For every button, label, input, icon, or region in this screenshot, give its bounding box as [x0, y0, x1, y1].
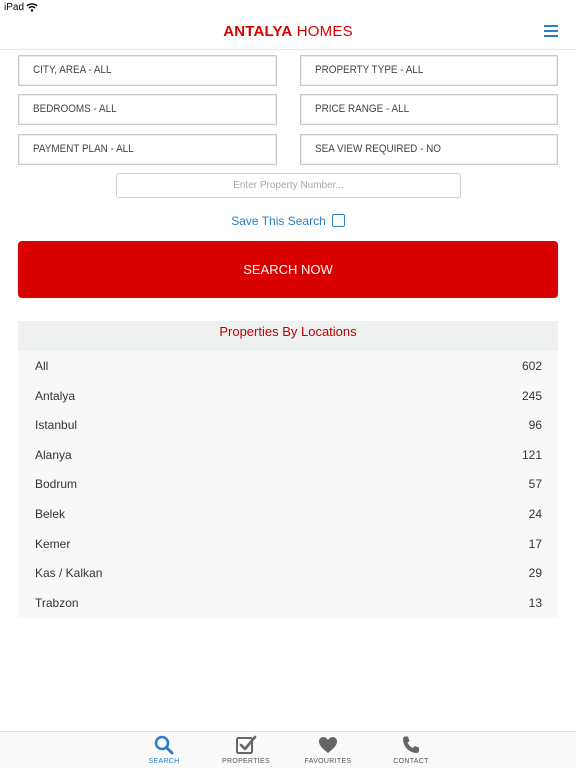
locations-panel: Properties By Locations All 602 Antalya 245… [18, 321, 558, 618]
payment-plan-select[interactable]: PAYMENT PLAN - ALL [18, 134, 277, 165]
location-row[interactable]: Istanbul 96 [18, 410, 558, 440]
tab-favourites-label: FAVOURITES [304, 758, 352, 765]
status-bar: iPad [0, 0, 576, 16]
location-name: Alanya [35, 447, 72, 462]
location-row[interactable]: All 602 [18, 351, 558, 381]
location-row[interactable]: Alanya 121 [18, 440, 558, 470]
logo[interactable]: ANTALYA HOMES [0, 23, 576, 40]
location-row[interactable]: Trabzon 13 [18, 588, 558, 618]
location-count: 121 [521, 447, 542, 462]
save-search-row: Save This Search [0, 213, 576, 231]
location-name: Istanbul [35, 418, 78, 433]
property-type-label: PROPERTY TYPE - ALL [315, 64, 424, 76]
location-name: Bodrum [35, 477, 78, 492]
location-count: 24 [528, 507, 542, 521]
logo-part-2: HOMES [292, 23, 353, 40]
heart-icon [319, 737, 337, 753]
sea-view-select[interactable]: SEA VIEW REQUIRED - NO [300, 134, 558, 165]
location-name: Trabzon [35, 595, 79, 610]
location-row[interactable]: Kas / Kalkan 29 [18, 558, 558, 588]
phone-icon [403, 736, 419, 753]
sea-view-label: SEA VIEW REQUIRED - NO [315, 143, 441, 155]
device-name: iPad [4, 2, 25, 13]
price-range-label: PRICE RANGE - ALL [315, 103, 410, 115]
tab-contact[interactable]: CONTACT [376, 734, 446, 768]
save-search-label[interactable]: Save This Search [231, 214, 326, 228]
location-count: 13 [528, 595, 542, 610]
city-area-label: CITY, AREA - ALL [33, 64, 112, 76]
search-icon [154, 735, 174, 755]
wifi-icon [26, 3, 38, 12]
tab-search-label: SEARCH [148, 758, 180, 765]
tab-search[interactable]: SEARCH [129, 734, 199, 768]
location-row[interactable]: Antalya 245 [18, 381, 558, 411]
bedrooms-label: BEDROOMS - ALL [33, 103, 117, 115]
location-count: 602 [521, 359, 542, 373]
checklist-icon [236, 735, 257, 754]
location-name: All [35, 359, 49, 373]
location-name: Antalya [35, 388, 76, 403]
save-search-checkbox[interactable] [331, 214, 345, 228]
location-row[interactable]: Bodrum 57 [18, 469, 558, 499]
tab-bar: SEARCH PROPERTIES FAVOURITES CONTACT [0, 731, 576, 768]
location-name: Belek [35, 507, 66, 521]
property-number-placeholder: Enter Property Number... [233, 180, 344, 191]
location-count: 29 [528, 566, 542, 581]
location-row[interactable]: Belek 24 [18, 499, 558, 529]
search-now-button[interactable]: SEARCH NOW [18, 241, 558, 298]
location-count: 57 [528, 477, 542, 492]
property-number-input[interactable]: Enter Property Number... [116, 173, 461, 198]
payment-plan-label: PAYMENT PLAN - ALL [33, 143, 134, 155]
property-type-select[interactable]: PROPERTY TYPE - ALL [300, 55, 558, 86]
location-name: Kas / Kalkan [35, 566, 103, 581]
tab-contact-label: CONTACT [393, 758, 429, 765]
bedrooms-select[interactable]: BEDROOMS - ALL [18, 94, 277, 125]
location-count: 96 [528, 418, 542, 433]
location-row[interactable]: Kemer 17 [18, 529, 558, 559]
app-header: ANTALYA HOMES [0, 16, 576, 50]
logo-part-1: ANTALYA [223, 23, 293, 40]
tab-properties[interactable]: PROPERTIES [211, 734, 281, 768]
price-range-select[interactable]: PRICE RANGE - ALL [300, 94, 558, 125]
city-area-select[interactable]: CITY, AREA - ALL [18, 55, 277, 86]
tab-favourites[interactable]: FAVOURITES [293, 734, 363, 768]
tab-properties-label: PROPERTIES [222, 758, 270, 765]
location-count: 245 [521, 388, 542, 403]
locations-title: Properties By Locations [18, 321, 558, 351]
location-count: 17 [528, 536, 542, 551]
location-name: Kemer [35, 536, 71, 551]
menu-icon[interactable] [544, 25, 558, 38]
